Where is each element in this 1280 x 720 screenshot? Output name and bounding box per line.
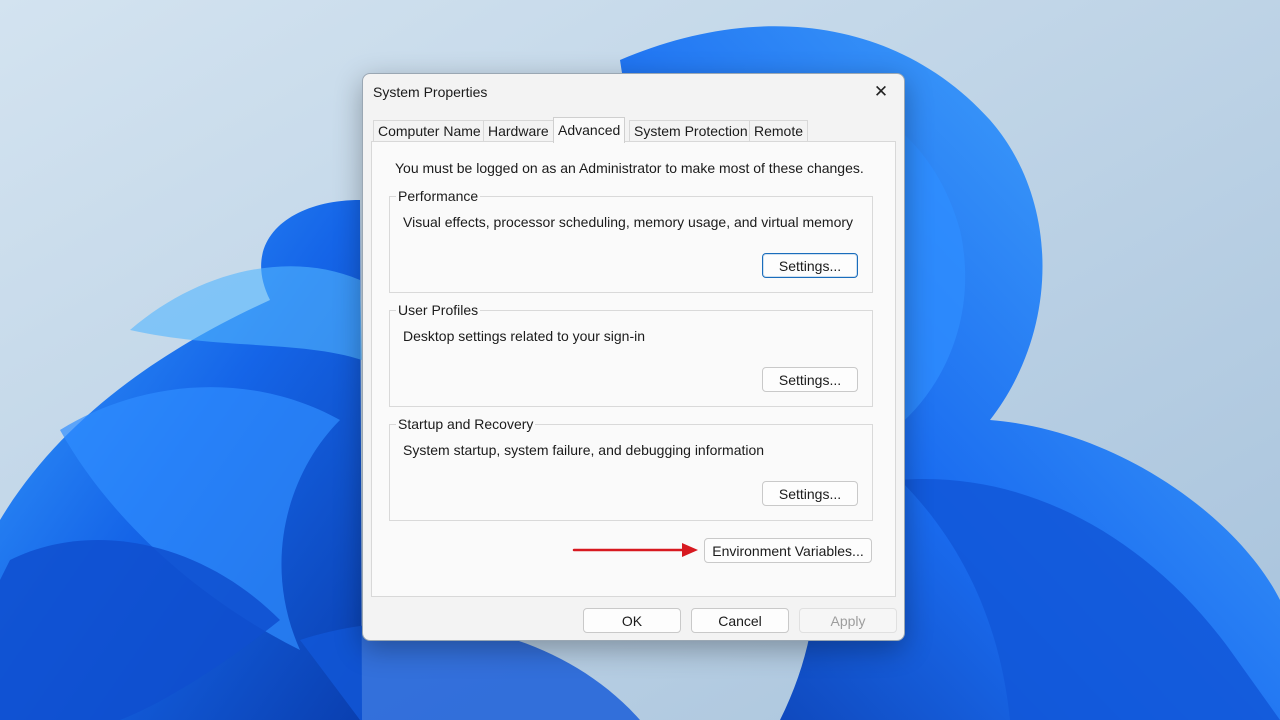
title-bar[interactable]: System Properties ✕ [363, 74, 904, 110]
startup-recovery-description: System startup, system failure, and debu… [403, 442, 765, 458]
startup-recovery-group: Startup and Recovery System startup, sys… [389, 416, 873, 521]
performance-group: Performance Visual effects, processor sc… [389, 188, 873, 293]
tab-advanced[interactable]: Advanced [553, 117, 626, 143]
performance-settings-button[interactable]: Settings... [762, 253, 858, 278]
tab-remote[interactable]: Remote [749, 120, 809, 141]
environment-variables-button[interactable]: Environment Variables... [704, 538, 872, 563]
cancel-button[interactable]: Cancel [691, 608, 789, 633]
system-properties-dialog: System Properties ✕ Computer Name Hardwa… [362, 73, 905, 641]
red-arrow-annotation [572, 543, 698, 557]
admin-notice: You must be logged on as an Administrato… [395, 160, 864, 176]
user-profiles-description: Desktop settings related to your sign-in [403, 328, 646, 344]
apply-button[interactable]: Apply [799, 608, 897, 633]
user-profiles-group-title: User Profiles [396, 302, 481, 318]
close-icon[interactable]: ✕ [866, 80, 896, 104]
advanced-tab-page: You must be logged on as an Administrato… [371, 141, 896, 597]
performance-group-title: Performance [396, 188, 481, 204]
startup-recovery-group-title: Startup and Recovery [396, 416, 536, 432]
dialog-title: System Properties [373, 84, 488, 100]
ok-button[interactable]: OK [583, 608, 681, 633]
tab-computer-name[interactable]: Computer Name [373, 120, 486, 141]
startup-recovery-settings-button[interactable]: Settings... [762, 481, 858, 506]
performance-description: Visual effects, processor scheduling, me… [403, 214, 854, 230]
user-profiles-settings-button[interactable]: Settings... [762, 367, 858, 392]
user-profiles-group: User Profiles Desktop settings related t… [389, 302, 873, 407]
tab-system-protection[interactable]: System Protection [629, 120, 753, 141]
tab-hardware[interactable]: Hardware [483, 120, 554, 141]
